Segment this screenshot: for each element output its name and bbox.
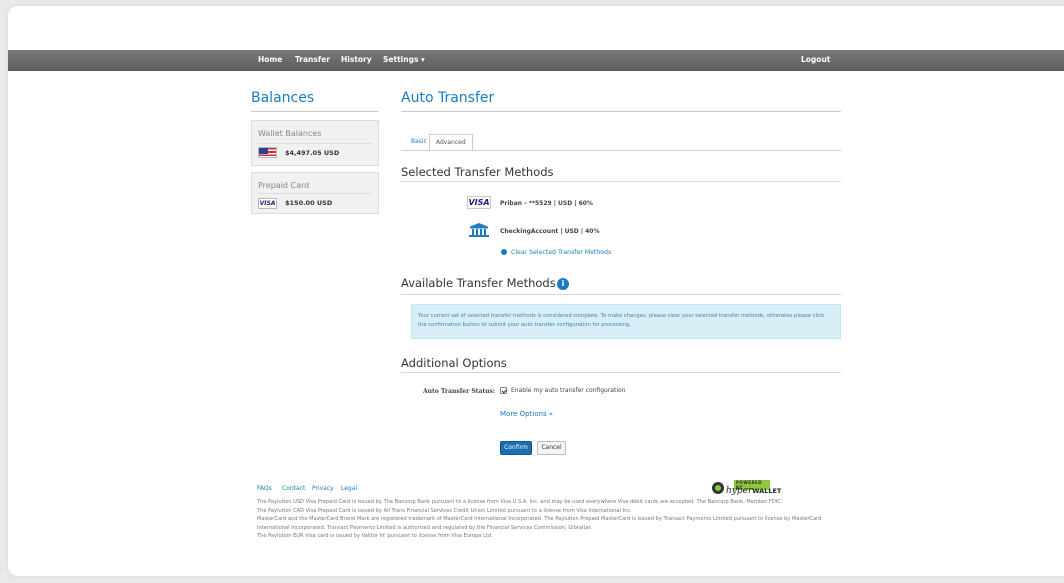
footer-link-legal[interactable]: Legal	[341, 485, 357, 492]
enable-auto-transfer-label[interactable]: Enable my auto transfer configuration	[511, 387, 625, 394]
confirm-button[interactable]: Confirm	[500, 441, 532, 455]
app-window: Home Transfer History Settings ▾ Logout …	[8, 6, 1064, 576]
footer-link-privacy[interactable]: Privacy	[312, 485, 334, 492]
hyperwallet-logo: POWERED BY hyperWALLET	[712, 480, 781, 498]
selected-methods-heading: Selected Transfer Methods	[401, 165, 554, 179]
panel-divider	[258, 143, 372, 144]
selected-method-visa: Priban - **5529 | USD | 60%	[500, 200, 593, 207]
balances-column: Balances Wallet Balances $4,497.05 USD P…	[251, 90, 379, 214]
section-divider	[401, 181, 841, 182]
available-methods-heading: Available Transfer Methods	[401, 276, 556, 290]
bank-icon	[469, 223, 489, 237]
disclaimer-line: The Paylution CAD Visa Prepaid Card is i…	[257, 507, 632, 514]
nav-settings[interactable]: Settings ▾	[383, 55, 425, 64]
prepaid-balance-amount: $150.00 USD	[285, 199, 333, 207]
clear-link-label: Clear Selected Transfer Methods	[511, 249, 612, 256]
balances-title: Balances	[251, 90, 315, 106]
enable-auto-transfer-checkbox[interactable]	[500, 387, 507, 394]
nav-history[interactable]: History	[341, 55, 372, 64]
additional-options-heading: Additional Options	[401, 356, 507, 370]
selected-method-checking: CheckingAccount | USD | 40%	[500, 228, 600, 235]
wallet-balance-amount: $4,497.05 USD	[285, 149, 340, 157]
info-alert: Your current set of selected transfer me…	[411, 304, 841, 339]
balances-divider	[251, 111, 379, 112]
section-divider	[401, 294, 841, 295]
prepaid-card-panel: Prepaid Card VISA $150.00 USD	[251, 172, 379, 214]
hyperwallet-wordmark: hyperWALLET	[726, 486, 782, 496]
footer-link-contact[interactable]: Contact	[282, 485, 305, 492]
visa-icon: VISA	[467, 196, 491, 209]
nav-transfer[interactable]: Transfer	[295, 55, 330, 64]
disclaimer-line: The Paylution EUR Visa card is issued by…	[257, 533, 493, 539]
footer-link-faqs[interactable]: FAQs	[257, 485, 272, 492]
us-flag-icon	[258, 147, 277, 158]
info-icon[interactable]: i	[557, 278, 569, 290]
top-navbar: Home Transfer History Settings ▾ Logout	[8, 50, 1064, 71]
footer-disclaimer: The Paylution USD Visa Prepaid Card is i…	[257, 498, 847, 541]
prepaid-card-title: Prepaid Card	[258, 181, 310, 190]
wallet-balances-title: Wallet Balances	[258, 129, 322, 138]
page-title: Auto Transfer	[401, 90, 495, 106]
nav-home[interactable]: Home	[258, 55, 282, 64]
disclaimer-line: The Paylution USD Visa Prepaid Card is i…	[257, 499, 783, 505]
clear-selected-methods-link[interactable]: Clear Selected Transfer Methods	[501, 249, 611, 256]
auto-transfer-status-label: Auto Transfer Status:	[423, 388, 496, 395]
hyperwallet-logo-icon	[712, 482, 724, 494]
tabs-baseline	[401, 150, 841, 151]
plus-circle-icon	[501, 249, 507, 255]
tab-advanced[interactable]: Advanced	[429, 134, 473, 151]
disclaimer-line: MasterCard and the MasterCard Brand Mark…	[257, 516, 822, 531]
more-options-link[interactable]: More Options »	[500, 410, 553, 418]
main-content: Auto Transfer Basic Advanced Selected Tr…	[401, 90, 841, 455]
panel-divider	[258, 193, 372, 194]
visa-icon: VISA	[258, 198, 277, 209]
nav-logout[interactable]: Logout	[801, 55, 830, 64]
wallet-balances-panel: Wallet Balances $4,497.05 USD	[251, 120, 379, 166]
section-divider	[401, 372, 841, 373]
title-divider	[401, 111, 841, 112]
cancel-button[interactable]: Cancel	[537, 441, 566, 455]
